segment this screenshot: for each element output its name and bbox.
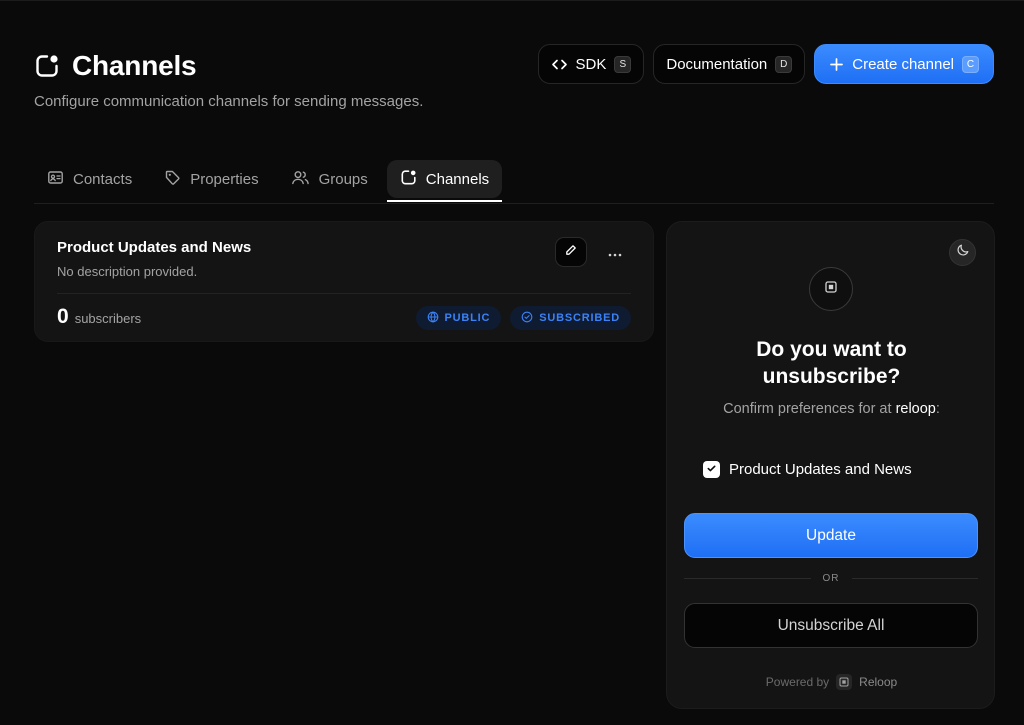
unsubscribe-heading: Do you want to unsubscribe?	[756, 338, 907, 388]
tab-channels[interactable]: Channels	[386, 160, 503, 202]
code-icon	[551, 56, 568, 73]
or-divider-line-left	[684, 578, 811, 579]
checkmark-icon	[706, 461, 717, 479]
header-actions: SDK S Documentation D Create channel C	[537, 44, 994, 84]
channel-preference-checkbox[interactable]	[703, 461, 720, 478]
tab-groups[interactable]: Groups	[278, 160, 381, 198]
check-circle-icon	[521, 311, 533, 326]
powered-by-label: Powered by	[765, 675, 830, 689]
tab-contacts[interactable]: Contacts	[34, 160, 145, 198]
channel-card[interactable]: Product Updates and News No description …	[34, 221, 654, 342]
contact-card-icon	[47, 169, 64, 190]
documentation-button[interactable]: Documentation D	[653, 44, 806, 84]
tab-channels-label: Channels	[425, 170, 490, 188]
channel-icon	[34, 53, 60, 79]
channel-icon	[400, 169, 417, 190]
create-channel-button[interactable]: Create channel C	[814, 44, 994, 84]
subscriber-count: 0 subscribers	[57, 305, 141, 329]
confirm-suffix: :	[935, 401, 940, 417]
channel-preference-label: Product Updates and News	[729, 461, 912, 478]
confirm-brand: reloop	[895, 401, 936, 417]
tab-properties[interactable]: Properties	[151, 160, 271, 198]
subscribed-badge: SUBSCRIBED	[510, 306, 631, 330]
or-divider: OR	[684, 573, 978, 584]
page-header: Channels	[34, 50, 197, 82]
globe-icon	[427, 310, 439, 326]
sdk-button[interactable]: SDK S	[537, 44, 645, 84]
channel-badges: PUBLIC SUBSCRIBED	[415, 306, 631, 330]
tab-contacts-label: Contacts	[73, 170, 133, 188]
more-options-button[interactable]	[599, 237, 631, 267]
page-subtitle: Configure communication channels for sen…	[34, 93, 424, 110]
pencil-icon	[565, 243, 577, 261]
public-badge: PUBLIC	[415, 306, 502, 330]
edit-channel-button[interactable]	[555, 237, 587, 267]
create-channel-label: Create channel	[852, 55, 954, 73]
reloop-mini-logo-icon	[836, 674, 853, 690]
confirm-prefix: Confirm preferences for at	[723, 401, 896, 417]
tab-properties-label: Properties	[190, 170, 259, 188]
subscriber-count-value: 0	[57, 305, 69, 328]
documentation-button-label: Documentation	[666, 55, 768, 73]
page-title: Channels	[72, 50, 197, 81]
tag-icon	[164, 169, 181, 190]
tab-bar: Contacts Properties Groups Channels	[34, 160, 503, 202]
unsubscribe-preview: Do you want to unsubscribe? Confirm pref…	[666, 221, 995, 709]
card-divider	[57, 293, 631, 294]
moon-icon	[956, 243, 970, 262]
create-channel-shortcut: C	[962, 55, 979, 73]
sdk-shortcut: S	[614, 55, 632, 73]
update-button[interactable]: Update	[684, 513, 978, 558]
unsubscribe-all-button[interactable]: Unsubscribe All	[684, 603, 978, 648]
documentation-shortcut: D	[775, 55, 793, 73]
or-label: OR	[822, 573, 840, 584]
powered-by-brand: Reloop	[859, 675, 898, 689]
users-icon	[291, 169, 310, 190]
channel-name: Product Updates and News	[57, 239, 252, 256]
subscribed-badge-label: SUBSCRIBED	[539, 312, 620, 324]
confirm-text: Confirm preferences for at reloop:	[667, 401, 996, 417]
tab-groups-label: Groups	[318, 170, 368, 188]
plus-icon	[829, 57, 844, 72]
theme-toggle-button[interactable]	[949, 239, 976, 266]
ellipsis-icon	[608, 244, 622, 260]
brand-logo	[809, 267, 853, 311]
channel-description: No description provided.	[57, 264, 198, 279]
powered-by: Powered by Reloop	[667, 674, 996, 690]
tabs-divider	[34, 203, 994, 204]
public-badge-label: PUBLIC	[444, 312, 491, 324]
channel-preference-option[interactable]: Product Updates and News	[703, 461, 912, 478]
subscriber-count-label: subscribers	[74, 311, 142, 326]
top-border	[0, 0, 1024, 1]
reloop-logo-icon	[824, 280, 838, 299]
or-divider-line-right	[851, 578, 978, 579]
sdk-button-label: SDK	[575, 55, 607, 73]
